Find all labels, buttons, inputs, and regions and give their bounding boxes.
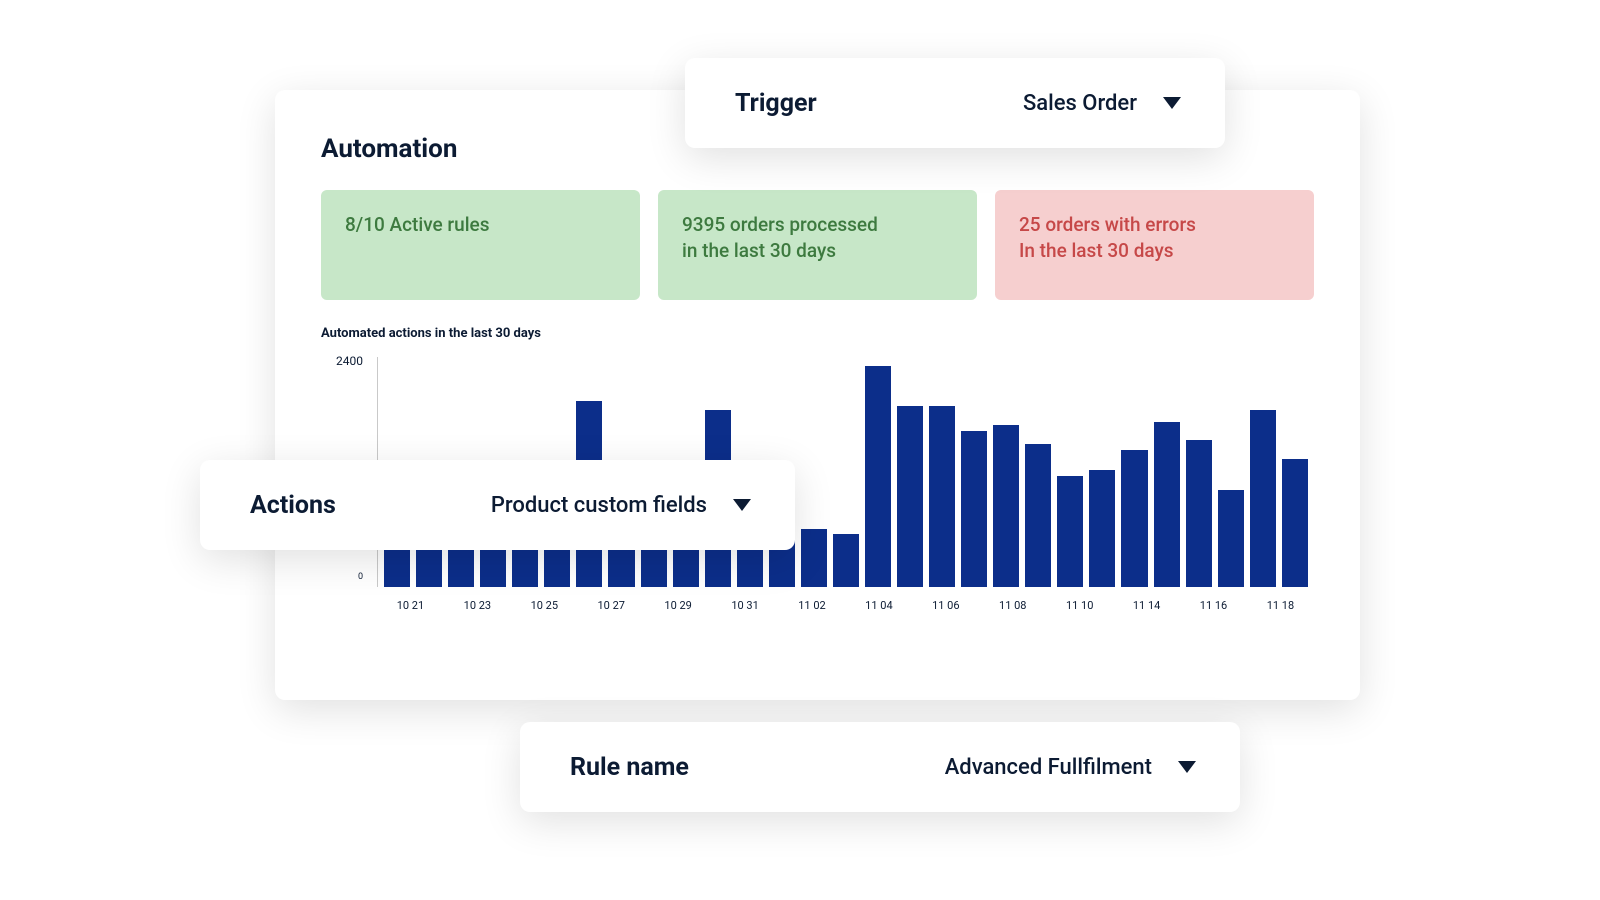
chart-bar bbox=[1154, 422, 1180, 587]
chart-bar bbox=[1218, 490, 1244, 587]
x-tick-label: 11 14 bbox=[1113, 593, 1180, 617]
x-tick-label: 11 02 bbox=[779, 593, 846, 617]
x-tick-label: 11 10 bbox=[1046, 593, 1113, 617]
chart-bar bbox=[1121, 450, 1147, 587]
x-tick-label: 10 31 bbox=[712, 593, 779, 617]
stat-text: 8/10 Active rules bbox=[345, 213, 490, 236]
chevron-down-icon bbox=[733, 499, 751, 511]
x-tick-label: 10 21 bbox=[377, 593, 444, 617]
actions-selector[interactable]: Actions Product custom fields bbox=[200, 460, 795, 550]
chart-bar bbox=[801, 529, 827, 587]
trigger-selector[interactable]: Trigger Sales Order bbox=[685, 58, 1225, 148]
y-tick-label: 0 bbox=[358, 572, 363, 582]
chart-x-axis: 10 2110 2310 2510 2710 2910 3111 0211 04… bbox=[377, 593, 1314, 617]
x-tick-label: 10 27 bbox=[578, 593, 645, 617]
x-tick-label: 11 06 bbox=[912, 593, 979, 617]
actions-value-wrap[interactable]: Product custom fields bbox=[491, 493, 751, 518]
rulename-selector[interactable]: Rule name Advanced Fullfilment bbox=[520, 722, 1240, 812]
x-tick-label: 11 18 bbox=[1247, 593, 1314, 617]
chart-bar bbox=[865, 366, 891, 587]
x-tick-label: 10 25 bbox=[511, 593, 578, 617]
x-tick-label: 10 23 bbox=[444, 593, 511, 617]
stat-text: 9395 orders processedin the last 30 days bbox=[682, 213, 878, 262]
x-tick-label: 10 29 bbox=[645, 593, 712, 617]
stat-orders-processed: 9395 orders processedin the last 30 days bbox=[658, 190, 977, 300]
actions-label: Actions bbox=[250, 491, 336, 520]
chart-bar bbox=[1250, 410, 1276, 587]
rulename-value: Advanced Fullfilment bbox=[945, 755, 1152, 780]
chart-bar bbox=[897, 406, 923, 587]
chart-bar bbox=[1282, 459, 1308, 587]
chart-bar bbox=[961, 431, 987, 587]
x-tick-label: 11 16 bbox=[1180, 593, 1247, 617]
chart-bar bbox=[929, 406, 955, 587]
chart-bar bbox=[1089, 470, 1115, 587]
trigger-value-wrap[interactable]: Sales Order bbox=[1023, 91, 1181, 116]
rulename-value-wrap[interactable]: Advanced Fullfilment bbox=[945, 755, 1196, 780]
chart-title: Automated actions in the last 30 days bbox=[321, 326, 1314, 341]
chevron-down-icon bbox=[1178, 761, 1196, 773]
trigger-label: Trigger bbox=[735, 89, 817, 118]
trigger-value: Sales Order bbox=[1023, 91, 1137, 116]
y-tick-label: 2400 bbox=[336, 354, 363, 368]
stat-orders-errors: 25 orders with errorsIn the last 30 days bbox=[995, 190, 1314, 300]
stat-active-rules: 8/10 Active rules bbox=[321, 190, 640, 300]
chart-bar bbox=[833, 534, 859, 587]
stat-text: 25 orders with errorsIn the last 30 days bbox=[1019, 213, 1196, 262]
chart-bar bbox=[1057, 476, 1083, 587]
x-tick-label: 11 08 bbox=[979, 593, 1046, 617]
x-tick-label: 11 04 bbox=[845, 593, 912, 617]
chart-bar bbox=[993, 425, 1019, 587]
stats-row: 8/10 Active rules 9395 orders processedi… bbox=[321, 190, 1314, 300]
chart-bar bbox=[1025, 444, 1051, 587]
automation-panel: Automation 8/10 Active rules 9395 orders… bbox=[275, 90, 1360, 700]
actions-value: Product custom fields bbox=[491, 493, 707, 518]
chevron-down-icon bbox=[1163, 97, 1181, 109]
chart-bar bbox=[1186, 440, 1212, 587]
rulename-label: Rule name bbox=[570, 753, 689, 782]
